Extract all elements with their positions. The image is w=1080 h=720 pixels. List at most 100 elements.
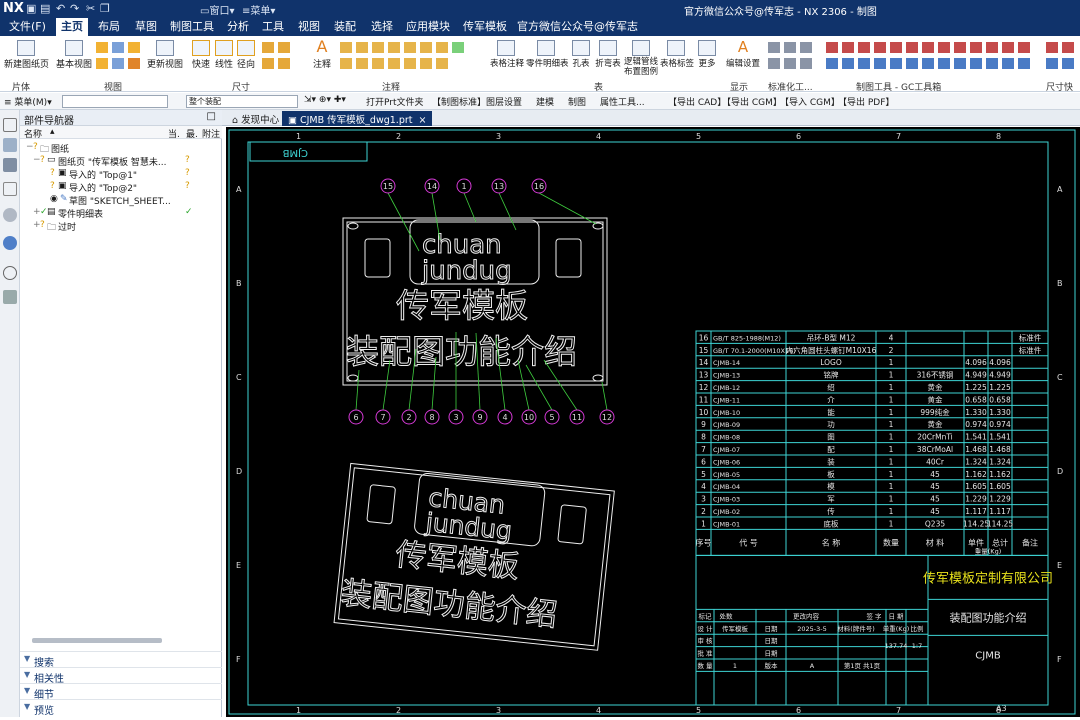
constraint-nav-icon[interactable]	[3, 182, 17, 196]
fold-table-button[interactable]: 折弯表	[595, 38, 621, 69]
base-view-button[interactable]: 基本视图	[56, 38, 92, 70]
quick-menu[interactable]: ≡菜单▾	[242, 2, 275, 17]
tab-analysis[interactable]: 分析	[222, 18, 254, 36]
symbol-icon[interactable]	[388, 42, 400, 53]
surface-finish-icon[interactable]	[404, 42, 416, 53]
update-view-button[interactable]: 更新视图	[146, 38, 184, 70]
panel-preview[interactable]: ▼ 预览	[20, 699, 222, 717]
tree-node-parts-list[interactable]: + ✓ ▤ 零件明细表 ✓	[20, 206, 222, 220]
col-notes[interactable]: 附注	[202, 127, 220, 140]
projected-view-icon[interactable]	[96, 42, 108, 53]
gc-tool20-icon[interactable]	[922, 58, 934, 69]
gc-tool13-icon[interactable]	[1018, 42, 1030, 53]
dim-quick1-icon[interactable]	[1046, 42, 1058, 53]
tab-sketch[interactable]: 草图	[130, 18, 162, 36]
save-icon[interactable]: ▣	[26, 2, 36, 15]
detail-view-icon[interactable]	[128, 42, 140, 53]
gc-tool12-icon[interactable]	[1002, 42, 1014, 53]
gc-tool26-icon[interactable]	[1018, 58, 1030, 69]
balloon-icon[interactable]	[436, 42, 448, 53]
maximize-icon[interactable]: □	[207, 111, 216, 122]
display-tool3-icon[interactable]	[768, 58, 780, 69]
assembly-nav-icon[interactable]	[3, 138, 17, 152]
window-menu[interactable]: ▭窗口▾	[200, 2, 234, 17]
tree-node-sketch[interactable]: ◉ ✎ 草图 "SKETCH_SHEET...	[20, 193, 222, 207]
gc-tool9-icon[interactable]	[954, 42, 966, 53]
copy-icon[interactable]: ❐	[100, 2, 110, 15]
history-icon[interactable]	[3, 266, 17, 280]
center-mark-icon[interactable]	[340, 58, 352, 69]
drafting-button[interactable]: 制图	[568, 95, 586, 108]
tab-template[interactable]: 传军模板	[458, 18, 512, 36]
angular-dim-icon[interactable]	[262, 42, 274, 53]
tree-node-drawing[interactable]: −? 🗀 图纸	[20, 141, 222, 155]
edit-settings-button[interactable]: A 编辑设置	[726, 38, 760, 70]
weld-symbol-icon[interactable]	[420, 42, 432, 53]
gc-tool5-icon[interactable]	[890, 42, 902, 53]
tree-node-sheet[interactable]: −? ▭ 图纸页 "传军模板 智慧未...?	[20, 154, 222, 168]
gc-tool25-icon[interactable]	[1002, 58, 1014, 69]
display-tool4-icon[interactable]	[784, 58, 796, 69]
layer-settings-button[interactable]: 图层设置	[486, 95, 522, 108]
panel-dependencies[interactable]: ▼ 相关性	[20, 667, 222, 685]
close-icon[interactable]: ×	[418, 115, 426, 126]
tab-tools[interactable]: 工具	[257, 18, 289, 36]
bolt-circle-icon[interactable]	[356, 58, 368, 69]
hatch-icon[interactable]	[388, 58, 400, 69]
section-view-icon[interactable]	[112, 42, 124, 53]
type-filter-select[interactable]	[62, 95, 168, 108]
gc-tool15-icon[interactable]	[842, 58, 854, 69]
tab-drawing-file[interactable]: ▣ CJMB 传军模板_dwg1.prt ×	[282, 111, 433, 126]
gc-tool6-icon[interactable]	[906, 42, 918, 53]
drafting-standard-button[interactable]: 【制图标准】	[432, 95, 486, 108]
gc-tool17-icon[interactable]	[874, 58, 886, 69]
open-prt-folder-button[interactable]: 打开Prt文件夹	[366, 95, 424, 108]
tab-drafting-tools[interactable]: 制图工具	[165, 18, 219, 36]
gc-tool16-icon[interactable]	[858, 58, 870, 69]
col-current[interactable]: 当.	[168, 127, 180, 140]
new-sheet-button[interactable]: 新建图纸页	[4, 38, 49, 70]
gc-tool14-icon[interactable]	[826, 58, 838, 69]
attribute-tools-button[interactable]: 属性工具...	[600, 95, 645, 108]
col-name[interactable]: 名称	[24, 127, 42, 140]
parts-list-button[interactable]: 零件明细表	[526, 38, 569, 69]
hole-table-button[interactable]: 孔表	[570, 38, 592, 69]
gc-tool1-icon[interactable]	[826, 42, 838, 53]
note-button[interactable]: A 注释	[310, 38, 334, 71]
undo-icon[interactable]: ↶	[56, 2, 65, 15]
dim-quick4-icon[interactable]	[1062, 58, 1074, 69]
gc-tool11-icon[interactable]	[986, 42, 998, 53]
tab-application[interactable]: 应用模块	[401, 18, 455, 36]
display-tool-icon[interactable]	[768, 42, 780, 53]
gc-tool22-icon[interactable]	[954, 58, 966, 69]
thickness-dim-icon[interactable]	[262, 58, 274, 69]
display-tool2-icon[interactable]	[784, 42, 796, 53]
tab-home[interactable]: 主页	[56, 18, 88, 36]
tab-view[interactable]: 视图	[293, 18, 325, 36]
scope-filter-select[interactable]: 整个装配	[186, 95, 298, 108]
horizontal-scrollbar[interactable]	[32, 638, 162, 643]
feature-control-icon[interactable]	[340, 42, 352, 53]
role-icon[interactable]	[3, 290, 17, 304]
view-creation-icon[interactable]	[112, 58, 124, 69]
table-note-button[interactable]: 表格注释	[490, 38, 524, 69]
redo-icon[interactable]: ↷	[70, 2, 79, 15]
gc-tool19-icon[interactable]	[906, 58, 918, 69]
open-icon[interactable]: ▤	[40, 2, 50, 15]
std-tool-icon[interactable]	[800, 42, 812, 53]
chamfer-dim-icon[interactable]	[278, 42, 290, 53]
panel-search[interactable]: ▼ 搜索	[20, 651, 222, 669]
gc-tool3-icon[interactable]	[858, 42, 870, 53]
table-label-button[interactable]: 表格标签	[660, 38, 694, 69]
gc-tool23-icon[interactable]	[970, 58, 982, 69]
export-cgm-button[interactable]: 【导出 CGM】	[722, 95, 782, 108]
view-style-icon[interactable]	[128, 58, 140, 69]
selection-tools-icon[interactable]: ⇲▾ ⊕▾ ✚▾	[304, 95, 346, 105]
menu-button[interactable]: ≡ 菜单(M)▾	[4, 95, 52, 108]
tab-layout[interactable]: 布局	[93, 18, 125, 36]
export-cad-button[interactable]: 【导出 CAD】	[668, 95, 726, 108]
reuse-library-icon[interactable]	[3, 208, 17, 222]
gc-tool10-icon[interactable]	[970, 42, 982, 53]
cut-icon[interactable]: ✂	[86, 2, 95, 15]
intersection-icon[interactable]	[436, 58, 448, 69]
